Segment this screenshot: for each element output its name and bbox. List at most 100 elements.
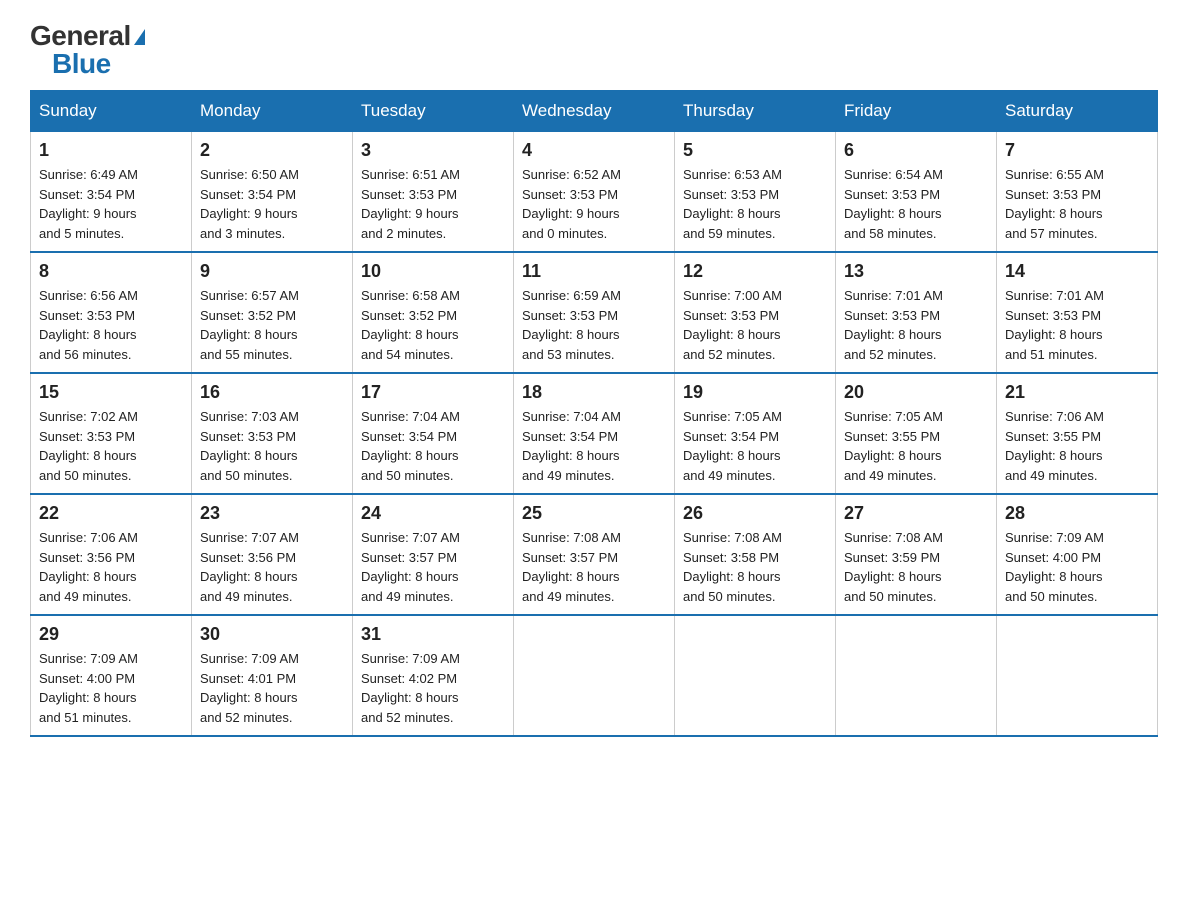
day-info: Sunrise: 7:01 AMSunset: 3:53 PMDaylight:… bbox=[844, 288, 943, 362]
week-row-3: 15 Sunrise: 7:02 AMSunset: 3:53 PMDaylig… bbox=[31, 373, 1158, 494]
day-number: 20 bbox=[844, 382, 988, 403]
calendar-cell: 1 Sunrise: 6:49 AMSunset: 3:54 PMDayligh… bbox=[31, 132, 192, 253]
day-number: 26 bbox=[683, 503, 827, 524]
day-number: 2 bbox=[200, 140, 344, 161]
weekday-header-monday: Monday bbox=[192, 91, 353, 132]
calendar-cell: 29 Sunrise: 7:09 AMSunset: 4:00 PMDaylig… bbox=[31, 615, 192, 736]
day-info: Sunrise: 7:03 AMSunset: 3:53 PMDaylight:… bbox=[200, 409, 299, 483]
weekday-header-sunday: Sunday bbox=[31, 91, 192, 132]
day-number: 29 bbox=[39, 624, 183, 645]
logo-triangle-icon bbox=[134, 29, 145, 45]
weekday-header-friday: Friday bbox=[836, 91, 997, 132]
logo-blue-text: Blue bbox=[52, 48, 111, 80]
day-number: 28 bbox=[1005, 503, 1149, 524]
calendar-cell: 7 Sunrise: 6:55 AMSunset: 3:53 PMDayligh… bbox=[997, 132, 1158, 253]
week-row-2: 8 Sunrise: 6:56 AMSunset: 3:53 PMDayligh… bbox=[31, 252, 1158, 373]
day-number: 22 bbox=[39, 503, 183, 524]
day-number: 7 bbox=[1005, 140, 1149, 161]
day-number: 9 bbox=[200, 261, 344, 282]
day-number: 16 bbox=[200, 382, 344, 403]
calendar-cell: 28 Sunrise: 7:09 AMSunset: 4:00 PMDaylig… bbox=[997, 494, 1158, 615]
day-info: Sunrise: 6:51 AMSunset: 3:53 PMDaylight:… bbox=[361, 167, 460, 241]
day-info: Sunrise: 6:54 AMSunset: 3:53 PMDaylight:… bbox=[844, 167, 943, 241]
day-info: Sunrise: 7:06 AMSunset: 3:56 PMDaylight:… bbox=[39, 530, 138, 604]
weekday-header-saturday: Saturday bbox=[997, 91, 1158, 132]
calendar-cell: 2 Sunrise: 6:50 AMSunset: 3:54 PMDayligh… bbox=[192, 132, 353, 253]
day-number: 18 bbox=[522, 382, 666, 403]
day-info: Sunrise: 6:55 AMSunset: 3:53 PMDaylight:… bbox=[1005, 167, 1104, 241]
day-number: 24 bbox=[361, 503, 505, 524]
day-number: 31 bbox=[361, 624, 505, 645]
day-info: Sunrise: 7:00 AMSunset: 3:53 PMDaylight:… bbox=[683, 288, 782, 362]
calendar-table: SundayMondayTuesdayWednesdayThursdayFrid… bbox=[30, 90, 1158, 737]
day-info: Sunrise: 6:49 AMSunset: 3:54 PMDaylight:… bbox=[39, 167, 138, 241]
day-number: 8 bbox=[39, 261, 183, 282]
weekday-header-row: SundayMondayTuesdayWednesdayThursdayFrid… bbox=[31, 91, 1158, 132]
calendar-cell: 11 Sunrise: 6:59 AMSunset: 3:53 PMDaylig… bbox=[514, 252, 675, 373]
day-info: Sunrise: 7:04 AMSunset: 3:54 PMDaylight:… bbox=[361, 409, 460, 483]
calendar-cell: 25 Sunrise: 7:08 AMSunset: 3:57 PMDaylig… bbox=[514, 494, 675, 615]
day-number: 30 bbox=[200, 624, 344, 645]
calendar-cell: 12 Sunrise: 7:00 AMSunset: 3:53 PMDaylig… bbox=[675, 252, 836, 373]
calendar-cell: 10 Sunrise: 6:58 AMSunset: 3:52 PMDaylig… bbox=[353, 252, 514, 373]
calendar-cell: 24 Sunrise: 7:07 AMSunset: 3:57 PMDaylig… bbox=[353, 494, 514, 615]
day-number: 23 bbox=[200, 503, 344, 524]
calendar-cell: 5 Sunrise: 6:53 AMSunset: 3:53 PMDayligh… bbox=[675, 132, 836, 253]
calendar-cell bbox=[997, 615, 1158, 736]
calendar-cell bbox=[836, 615, 997, 736]
day-info: Sunrise: 7:06 AMSunset: 3:55 PMDaylight:… bbox=[1005, 409, 1104, 483]
calendar-cell: 21 Sunrise: 7:06 AMSunset: 3:55 PMDaylig… bbox=[997, 373, 1158, 494]
calendar-cell: 16 Sunrise: 7:03 AMSunset: 3:53 PMDaylig… bbox=[192, 373, 353, 494]
calendar-cell bbox=[514, 615, 675, 736]
calendar-cell: 26 Sunrise: 7:08 AMSunset: 3:58 PMDaylig… bbox=[675, 494, 836, 615]
day-number: 19 bbox=[683, 382, 827, 403]
day-info: Sunrise: 7:05 AMSunset: 3:55 PMDaylight:… bbox=[844, 409, 943, 483]
calendar-cell: 22 Sunrise: 7:06 AMSunset: 3:56 PMDaylig… bbox=[31, 494, 192, 615]
calendar-cell: 14 Sunrise: 7:01 AMSunset: 3:53 PMDaylig… bbox=[997, 252, 1158, 373]
day-number: 21 bbox=[1005, 382, 1149, 403]
day-info: Sunrise: 7:08 AMSunset: 3:59 PMDaylight:… bbox=[844, 530, 943, 604]
weekday-header-tuesday: Tuesday bbox=[353, 91, 514, 132]
day-info: Sunrise: 7:09 AMSunset: 4:00 PMDaylight:… bbox=[1005, 530, 1104, 604]
day-number: 14 bbox=[1005, 261, 1149, 282]
weekday-header-wednesday: Wednesday bbox=[514, 91, 675, 132]
calendar-cell: 8 Sunrise: 6:56 AMSunset: 3:53 PMDayligh… bbox=[31, 252, 192, 373]
day-info: Sunrise: 6:58 AMSunset: 3:52 PMDaylight:… bbox=[361, 288, 460, 362]
day-info: Sunrise: 6:50 AMSunset: 3:54 PMDaylight:… bbox=[200, 167, 299, 241]
day-info: Sunrise: 6:59 AMSunset: 3:53 PMDaylight:… bbox=[522, 288, 621, 362]
calendar-cell: 23 Sunrise: 7:07 AMSunset: 3:56 PMDaylig… bbox=[192, 494, 353, 615]
day-number: 10 bbox=[361, 261, 505, 282]
day-number: 15 bbox=[39, 382, 183, 403]
day-info: Sunrise: 7:02 AMSunset: 3:53 PMDaylight:… bbox=[39, 409, 138, 483]
calendar-cell: 19 Sunrise: 7:05 AMSunset: 3:54 PMDaylig… bbox=[675, 373, 836, 494]
day-info: Sunrise: 7:07 AMSunset: 3:56 PMDaylight:… bbox=[200, 530, 299, 604]
day-number: 4 bbox=[522, 140, 666, 161]
calendar-cell: 9 Sunrise: 6:57 AMSunset: 3:52 PMDayligh… bbox=[192, 252, 353, 373]
weekday-header-thursday: Thursday bbox=[675, 91, 836, 132]
calendar-cell bbox=[675, 615, 836, 736]
day-info: Sunrise: 7:08 AMSunset: 3:58 PMDaylight:… bbox=[683, 530, 782, 604]
calendar-cell: 6 Sunrise: 6:54 AMSunset: 3:53 PMDayligh… bbox=[836, 132, 997, 253]
calendar-cell: 27 Sunrise: 7:08 AMSunset: 3:59 PMDaylig… bbox=[836, 494, 997, 615]
day-number: 17 bbox=[361, 382, 505, 403]
day-info: Sunrise: 6:53 AMSunset: 3:53 PMDaylight:… bbox=[683, 167, 782, 241]
week-row-5: 29 Sunrise: 7:09 AMSunset: 4:00 PMDaylig… bbox=[31, 615, 1158, 736]
day-number: 1 bbox=[39, 140, 183, 161]
day-number: 5 bbox=[683, 140, 827, 161]
calendar-cell: 18 Sunrise: 7:04 AMSunset: 3:54 PMDaylig… bbox=[514, 373, 675, 494]
calendar-cell: 30 Sunrise: 7:09 AMSunset: 4:01 PMDaylig… bbox=[192, 615, 353, 736]
day-info: Sunrise: 7:04 AMSunset: 3:54 PMDaylight:… bbox=[522, 409, 621, 483]
calendar-cell: 4 Sunrise: 6:52 AMSunset: 3:53 PMDayligh… bbox=[514, 132, 675, 253]
week-row-4: 22 Sunrise: 7:06 AMSunset: 3:56 PMDaylig… bbox=[31, 494, 1158, 615]
week-row-1: 1 Sunrise: 6:49 AMSunset: 3:54 PMDayligh… bbox=[31, 132, 1158, 253]
day-number: 13 bbox=[844, 261, 988, 282]
day-number: 27 bbox=[844, 503, 988, 524]
day-info: Sunrise: 7:01 AMSunset: 3:53 PMDaylight:… bbox=[1005, 288, 1104, 362]
day-info: Sunrise: 7:05 AMSunset: 3:54 PMDaylight:… bbox=[683, 409, 782, 483]
day-info: Sunrise: 7:09 AMSunset: 4:01 PMDaylight:… bbox=[200, 651, 299, 725]
page-header: General Blue bbox=[30, 20, 1158, 80]
day-number: 6 bbox=[844, 140, 988, 161]
day-info: Sunrise: 7:09 AMSunset: 4:00 PMDaylight:… bbox=[39, 651, 138, 725]
calendar-cell: 15 Sunrise: 7:02 AMSunset: 3:53 PMDaylig… bbox=[31, 373, 192, 494]
day-number: 11 bbox=[522, 261, 666, 282]
